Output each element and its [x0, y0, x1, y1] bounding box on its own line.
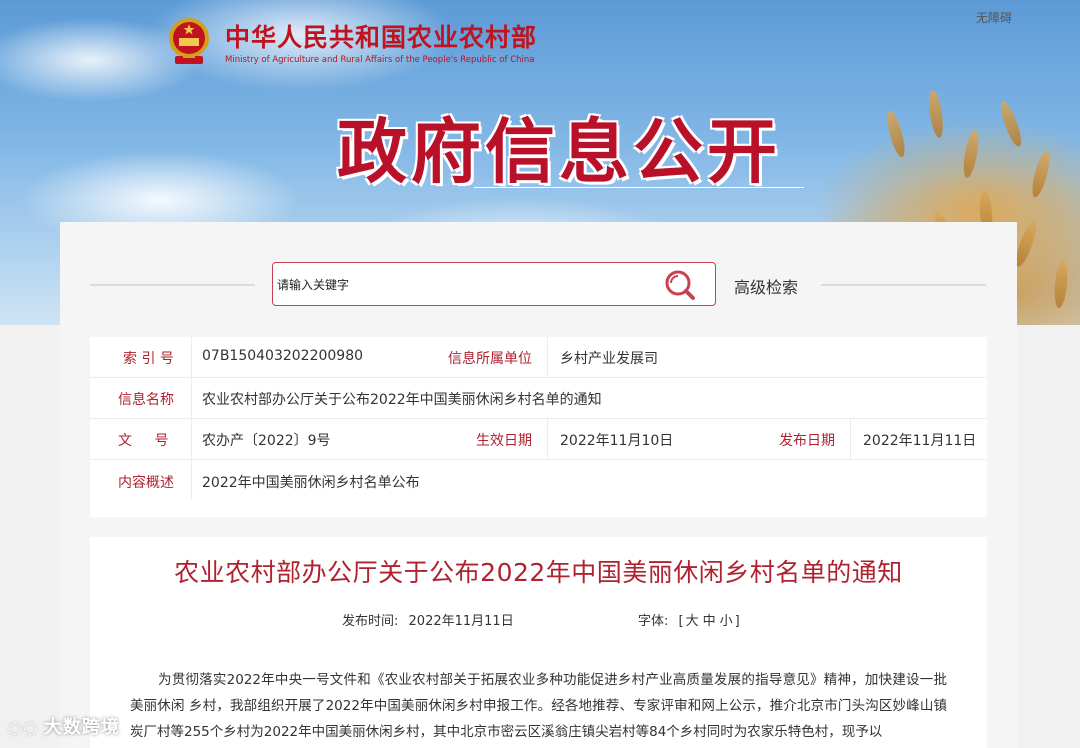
metadata-row: 信息名称 农业农村部办公厅关于公布2022年中国美丽休闲乡村名单的通知	[90, 378, 987, 419]
banner-title: 政府信息公开	[337, 110, 781, 193]
doc-number-label: 文 号	[118, 433, 169, 449]
advanced-search-link[interactable]: 高级检索	[734, 274, 798, 298]
banner-title-underline	[474, 187, 804, 188]
unit-label: 信息所属单位	[448, 351, 532, 367]
publish-date-value: 2022年11月11日	[863, 433, 977, 449]
font-size-controls: 字体: [大中小]	[638, 610, 740, 629]
metadata-table: 索 引 号 07B150403202200980 信息所属单位 乡村产业发展司 …	[90, 337, 987, 517]
watermark: ◌◌ 大数跨境	[8, 713, 120, 739]
divider-right	[821, 284, 986, 286]
search-bar: 高级检索	[60, 262, 1017, 308]
font-bracket-close: ]	[734, 614, 740, 629]
metadata-row: 内容概述 2022年中国美丽休闲乡村名单公布	[90, 460, 987, 505]
article-body: 为贯彻落实2022年中央一号文件和《农业农村部关于拓展农业多种功能促进乡村产业高…	[130, 672, 947, 740]
watermark-logo-icon: ◌◌	[8, 718, 38, 737]
column-divider	[191, 378, 192, 418]
summary-label: 内容概述	[118, 475, 174, 491]
accessibility-link[interactable]: 无障碍	[976, 9, 1012, 26]
unit-value: 乡村产业发展司	[560, 351, 658, 367]
font-size-label: 字体:	[638, 614, 669, 629]
index-value: 07B150403202200980	[202, 348, 364, 364]
publish-date-label: 发布日期	[779, 433, 835, 449]
content-panel: 高级检索 索 引 号 07B150403202200980 信息所属单位 乡村产…	[60, 222, 1017, 748]
search-input[interactable]	[275, 263, 649, 307]
watermark-text: 大数跨境	[43, 717, 120, 738]
font-small-button[interactable]: 小	[718, 614, 735, 629]
column-divider	[850, 419, 851, 459]
metadata-row: 索 引 号 07B150403202200980 信息所属单位 乡村产业发展司	[90, 337, 987, 378]
search-box	[272, 262, 716, 307]
name-label: 信息名称	[118, 392, 174, 408]
column-divider	[191, 419, 192, 459]
summary-value: 2022年中国美丽休闲乡村名单公布	[202, 475, 420, 491]
publish-time: 发布时间: 2022年11月11日	[342, 610, 514, 629]
publish-time-label: 发布时间:	[342, 614, 399, 629]
site-subtitle: Ministry of Agriculture and Rural Affair…	[225, 55, 535, 65]
font-medium-button[interactable]: 中	[701, 614, 718, 629]
name-value: 农业农村部办公厅关于公布2022年中国美丽休闲乡村名单的通知	[202, 392, 602, 408]
column-divider	[191, 337, 192, 377]
effective-date-value: 2022年11月10日	[560, 433, 674, 449]
font-large-button[interactable]: 大	[684, 614, 701, 629]
effective-date-label: 生效日期	[476, 433, 532, 449]
search-icon[interactable]	[663, 269, 697, 301]
index-label: 索 引 号	[123, 351, 174, 367]
metadata-row: 文 号 农办产〔2022〕9号 生效日期 2022年11月10日 发布日期 20…	[90, 419, 987, 460]
font-bracket-open: [	[678, 614, 684, 629]
national-emblem-icon	[169, 18, 209, 64]
column-divider	[547, 419, 548, 459]
doc-number-value: 农办产〔2022〕9号	[202, 433, 331, 449]
column-divider	[547, 337, 548, 377]
publish-time-value: 2022年11月11日	[408, 614, 514, 629]
article-title: 农业农村部办公厅关于公布2022年中国美丽休闲乡村名单的通知	[174, 558, 903, 587]
column-divider	[191, 460, 192, 500]
divider-left	[90, 284, 255, 286]
article: 农业农村部办公厅关于公布2022年中国美丽休闲乡村名单的通知 发布时间: 202…	[90, 537, 987, 748]
site-title: 中华人民共和国农业农村部	[225, 23, 538, 52]
